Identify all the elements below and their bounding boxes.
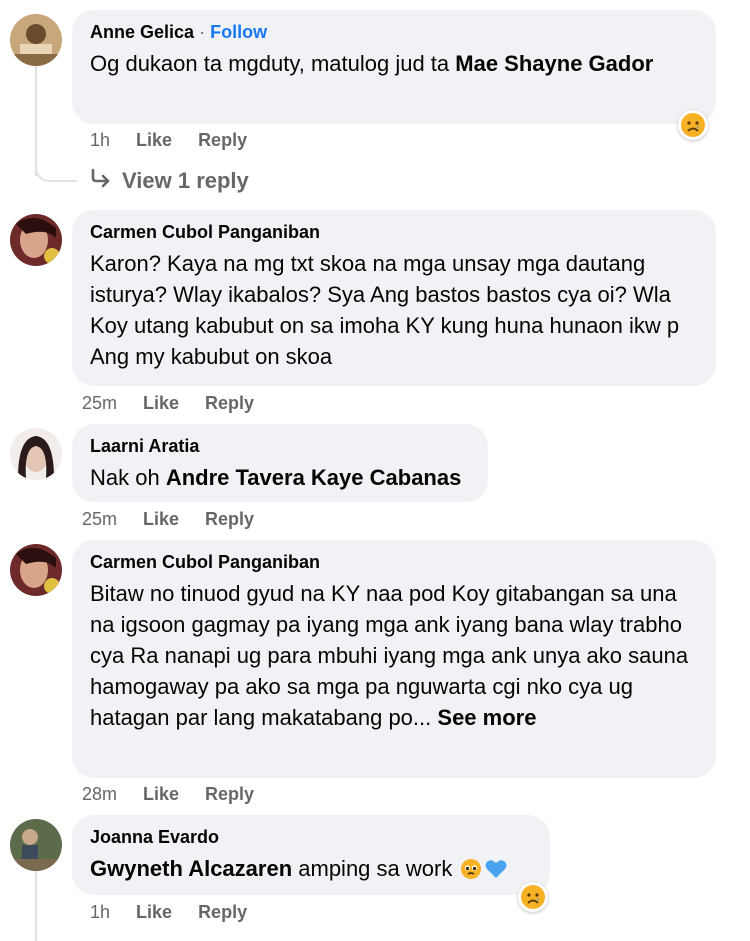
- comment-bubble: Anne Gelica · Follow Og dukaon ta mgduty…: [72, 10, 716, 124]
- reply-arrow-icon: [90, 166, 112, 196]
- timestamp[interactable]: 1h: [90, 900, 110, 924]
- like-button[interactable]: Like: [143, 507, 179, 531]
- timestamp[interactable]: 28m: [82, 782, 117, 806]
- comment-text: Og dukaon ta mgduty, matulog jud ta Mae …: [90, 48, 698, 79]
- mention-link[interactable]: Andre Tavera Kaye Cabanas: [166, 465, 462, 490]
- reply-button[interactable]: Reply: [198, 128, 247, 152]
- comment-text-part: Nak oh: [90, 465, 166, 490]
- blue-heart-emoji-icon: [484, 858, 508, 880]
- like-button[interactable]: Like: [143, 391, 179, 415]
- timestamp[interactable]: 25m: [82, 507, 117, 531]
- comment-text: Bitaw no tinuod gyud na KY naa pod Koy g…: [90, 578, 698, 733]
- comment-text-part: Bitaw no tinuod gyud na KY naa pod Koy g…: [90, 581, 689, 730]
- comment-meta: 1h Like Reply: [90, 900, 247, 924]
- sad-reaction-icon[interactable]: [678, 110, 708, 140]
- separator-dot: ·: [199, 22, 206, 42]
- reply-button[interactable]: Reply: [198, 900, 247, 924]
- avatar[interactable]: [10, 428, 62, 480]
- pleading-face-emoji-icon: [460, 858, 482, 880]
- comment-bubble: Carmen Cubol Panganiban Bitaw no tinuod …: [72, 540, 716, 778]
- avatar[interactable]: [10, 819, 62, 871]
- comment-meta: 25m Like Reply: [82, 391, 254, 415]
- thread-line: [35, 868, 37, 941]
- comment-text-part: Og dukaon ta mgduty, matulog jud ta: [90, 51, 456, 76]
- comment-text-part: amping sa work: [292, 856, 459, 881]
- mention-link[interactable]: Gwyneth Alcazaren: [90, 853, 292, 884]
- view-replies-label: View 1 reply: [122, 168, 249, 193]
- comment-meta: 1h Like Reply: [90, 128, 247, 152]
- like-button[interactable]: Like: [136, 900, 172, 924]
- author-name[interactable]: Laarni Aratia: [90, 436, 199, 456]
- comment-meta: 25m Like Reply: [82, 507, 254, 531]
- author-name[interactable]: Carmen Cubol Panganiban: [90, 552, 320, 572]
- avatar[interactable]: [10, 214, 62, 266]
- comment-bubble: Carmen Cubol Panganiban Karon? Kaya na m…: [72, 210, 716, 386]
- comment-text: Gwyneth Alcazaren amping sa work: [90, 853, 532, 884]
- comment-meta: 28m Like Reply: [82, 782, 254, 806]
- reply-button[interactable]: Reply: [205, 782, 254, 806]
- timestamp[interactable]: 25m: [82, 391, 117, 415]
- view-replies-link[interactable]: View 1 reply: [90, 166, 249, 196]
- comment-text: Nak oh Andre Tavera Kaye Cabanas: [90, 462, 470, 493]
- like-button[interactable]: Like: [143, 782, 179, 806]
- like-button[interactable]: Like: [136, 128, 172, 152]
- avatar[interactable]: [10, 14, 62, 66]
- comment-bubble: Laarni Aratia Nak oh Andre Tavera Kaye C…: [72, 424, 488, 502]
- thread-curve: [35, 160, 77, 182]
- author-name[interactable]: Carmen Cubol Panganiban: [90, 222, 320, 242]
- see-more-link[interactable]: See more: [437, 705, 536, 730]
- comment-bubble: Joanna Evardo Gwyneth Alcazaren amping s…: [72, 815, 550, 895]
- mention-link[interactable]: Mae Shayne Gador: [455, 51, 653, 76]
- author-name[interactable]: Anne Gelica: [90, 22, 194, 42]
- sad-reaction-icon[interactable]: [518, 882, 548, 912]
- reply-button[interactable]: Reply: [205, 507, 254, 531]
- avatar[interactable]: [10, 544, 62, 596]
- timestamp[interactable]: 1h: [90, 128, 110, 152]
- follow-button[interactable]: Follow: [210, 22, 267, 42]
- reply-button[interactable]: Reply: [205, 391, 254, 415]
- author-name[interactable]: Joanna Evardo: [90, 827, 219, 847]
- comment-text: Karon? Kaya na mg txt skoa na mga unsay …: [90, 251, 680, 369]
